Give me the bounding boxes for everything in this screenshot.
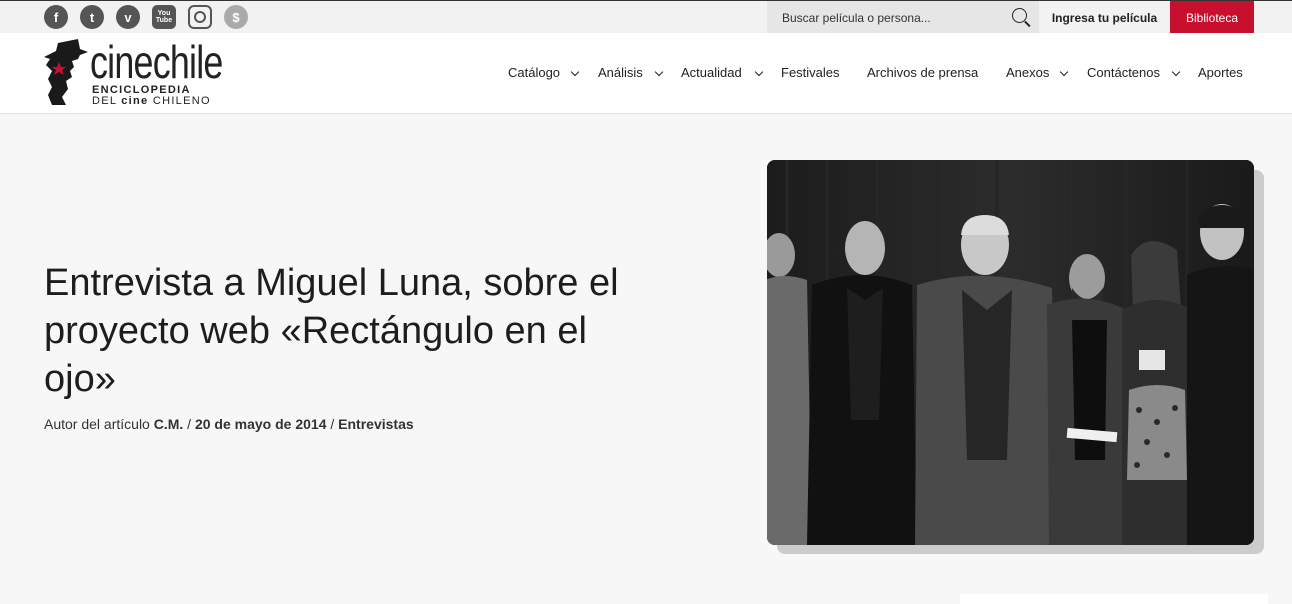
submit-film-link[interactable]: Ingresa tu película — [1039, 1, 1170, 34]
social-links: f t v You Tube $ — [44, 5, 248, 29]
search-icon[interactable] — [1012, 8, 1027, 23]
nav-item-aportes[interactable]: Aportes — [1198, 65, 1243, 80]
youtube-icon[interactable]: You Tube — [152, 5, 176, 29]
logo-mark-icon — [44, 39, 88, 105]
chevron-down-icon — [1171, 67, 1181, 77]
article-date: 20 de mayo de 2014 — [194, 416, 327, 432]
chevron-down-icon — [654, 67, 664, 77]
logo-wordmark: cinechile — [90, 36, 223, 88]
nav-item-contactenos[interactable]: Contáctenos — [1087, 65, 1181, 80]
nav-item-actualidad[interactable]: Actualidad — [681, 65, 764, 80]
top-bar: f t v You Tube $ Buscar película o perso… — [0, 0, 1292, 34]
vimeo-icon[interactable]: v — [116, 5, 140, 29]
author-link[interactable]: C.M. — [154, 416, 184, 432]
author-prefix: Autor del artículo — [44, 416, 154, 432]
site-logo[interactable]: cinechile ENCICLOPEDIA DEL cine CHILENO — [44, 36, 224, 107]
nav-item-analisis[interactable]: Análisis — [598, 65, 664, 80]
instagram-icon[interactable] — [188, 5, 212, 29]
site-header: cinechile ENCICLOPEDIA DEL cine CHILENO … — [0, 33, 1292, 114]
chevron-down-icon — [754, 67, 764, 77]
group-photo-image — [767, 160, 1254, 545]
facebook-icon[interactable]: f — [44, 5, 68, 29]
nav-item-festivales[interactable]: Festivales — [781, 65, 840, 80]
category-link[interactable]: Entrevistas — [338, 416, 413, 432]
bottom-card — [960, 594, 1268, 604]
search-bar[interactable]: Buscar película o persona... — [767, 1, 1039, 34]
article-photo — [767, 160, 1254, 545]
logo-tagline-2: DEL cine CHILENO — [92, 95, 211, 107]
donate-icon[interactable]: $ — [224, 5, 248, 29]
search-input[interactable]: Buscar película o persona... — [782, 11, 931, 25]
nav-item-anexos[interactable]: Anexos — [1006, 65, 1069, 80]
chevron-down-icon — [570, 67, 580, 77]
twitter-icon[interactable]: t — [80, 5, 104, 29]
nav-item-archivos[interactable]: Archivos de prensa — [867, 65, 978, 80]
chevron-down-icon — [1059, 67, 1069, 77]
article-title: Entrevista a Miguel Luna, sobre el proye… — [44, 262, 619, 400]
article-meta: Autor del artículo C.M. / 20 de mayo de … — [44, 416, 414, 432]
library-button[interactable]: Biblioteca — [1170, 1, 1254, 34]
nav-item-catalogo[interactable]: Catálogo — [508, 65, 580, 80]
